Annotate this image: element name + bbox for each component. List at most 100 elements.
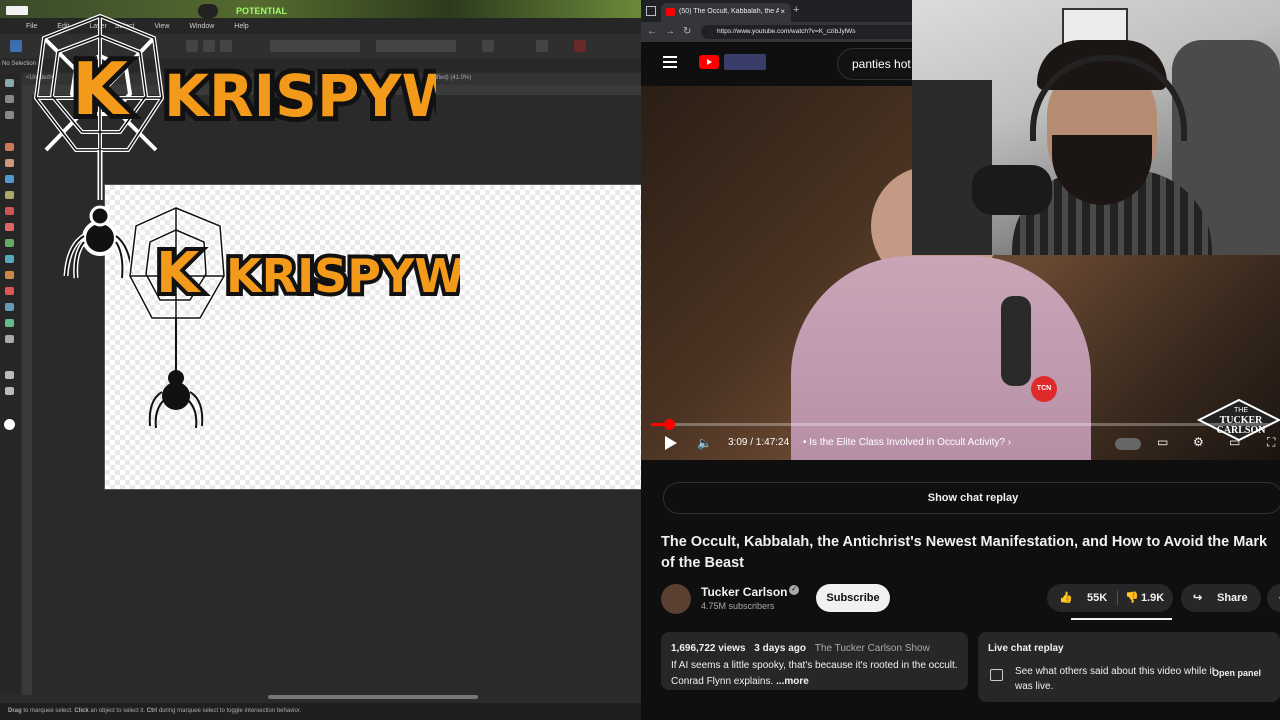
show-chat-replay-button[interactable]: Show chat replay bbox=[663, 482, 1280, 514]
show-hashtag[interactable]: The Tucker Carlson Show bbox=[815, 643, 930, 654]
shape-tool-icon[interactable] bbox=[5, 255, 14, 263]
live-chat-body: See what others said about this video wh… bbox=[1015, 666, 1215, 692]
gradient-tool-icon[interactable] bbox=[5, 271, 14, 279]
description-more-link[interactable]: ...more bbox=[776, 676, 809, 687]
webcam-overlay bbox=[912, 0, 1280, 255]
video-progress-bar[interactable] bbox=[651, 419, 1270, 430]
logo-word-the: THE bbox=[1234, 407, 1248, 414]
share-label: Share bbox=[1217, 592, 1248, 604]
browser-tab[interactable]: (50) The Occult, Kabbalah, the A × bbox=[661, 3, 791, 22]
share-icon: ↪ bbox=[1193, 592, 1203, 604]
dislike-count[interactable]: 1.9K bbox=[1141, 584, 1164, 612]
snapping-button[interactable] bbox=[536, 40, 548, 52]
player-controls: 🔈 3:09 / 1:47:24 • Is the Elite Class In… bbox=[641, 432, 1280, 456]
youtube-doodle-badge[interactable] bbox=[724, 54, 766, 70]
channel-name[interactable]: Tucker Carlson bbox=[701, 585, 787, 599]
live-chat-replay-panel: Live chat replay See what others said ab… bbox=[978, 632, 1280, 702]
logo-small-initial: K bbox=[156, 241, 202, 306]
description-box[interactable]: 1,696,722 views 3 days ago The Tucker Ca… bbox=[661, 632, 968, 690]
status-hint: Drag to marquee select. Click an object … bbox=[8, 708, 301, 714]
video-title: The Occult, Kabbalah, the Antichrist's N… bbox=[661, 534, 1268, 571]
logo-large[interactable]: K KRISPYW bbox=[16, 10, 436, 200]
pen-tool-icon[interactable] bbox=[5, 143, 14, 151]
eyedropper-tool-icon[interactable] bbox=[5, 335, 14, 343]
spider-hanging-icon bbox=[148, 370, 204, 429]
vector-brush-tool-icon[interactable] bbox=[5, 175, 14, 183]
logo-small[interactable]: K KRISPYW bbox=[60, 196, 460, 436]
play-icon[interactable] bbox=[665, 436, 677, 450]
chapter-title[interactable]: • Is the Elite Class Involved in Occult … bbox=[803, 437, 1011, 448]
volume-icon[interactable]: 🔈 bbox=[697, 436, 712, 450]
miniplayer-icon[interactable]: ▭ bbox=[1229, 435, 1240, 449]
move-tool-icon[interactable] bbox=[5, 79, 14, 87]
like-dislike-group: 👍 55K 👎 1.9K bbox=[1047, 584, 1173, 612]
rectangle-tool-icon[interactable] bbox=[5, 223, 14, 231]
status-text-3: during marquee select to toggle intersec… bbox=[157, 708, 302, 714]
chat-bubble-icon bbox=[990, 669, 1003, 681]
hand-tool-icon[interactable] bbox=[5, 371, 14, 379]
share-button[interactable]: ↪ Share bbox=[1181, 584, 1261, 612]
new-tab-button[interactable]: + bbox=[793, 4, 799, 16]
channel-avatar[interactable] bbox=[661, 584, 691, 614]
subscribe-button[interactable]: Subscribe bbox=[816, 584, 890, 612]
artboard-tool-icon[interactable] bbox=[5, 95, 14, 103]
forward-icon[interactable]: → bbox=[665, 26, 675, 37]
logo-small-text: KRISPYW bbox=[226, 249, 460, 303]
url-text: https://www.youtube.com/watch?v=K_czibJy… bbox=[717, 28, 856, 35]
url-field[interactable]: https://www.youtube.com/watch?v=K_czibJy… bbox=[701, 25, 921, 39]
horizontal-scrollbar[interactable] bbox=[268, 695, 478, 699]
status-text-1: to marquee select. bbox=[21, 708, 75, 714]
search-text: panties hot bbox=[852, 57, 911, 71]
status-key-click: Click bbox=[74, 708, 89, 714]
video-scrubber-knob[interactable] bbox=[663, 419, 675, 430]
color-button[interactable] bbox=[574, 40, 586, 52]
channel-row: Tucker Carlson ✓ 4.75M subscribers Subsc… bbox=[661, 582, 1280, 620]
description-meta: 1,696,722 views 3 days ago The Tucker Ca… bbox=[671, 643, 930, 654]
tab-title: (50) The Occult, Kabbalah, the A bbox=[679, 8, 779, 15]
fill-color-swatch[interactable] bbox=[4, 419, 15, 430]
time-display: 3:09 / 1:47:24 bbox=[728, 437, 790, 448]
brush-tool-icon[interactable] bbox=[5, 207, 14, 215]
like-count[interactable]: 55K bbox=[1087, 584, 1107, 612]
upload-age: 3 days ago bbox=[754, 643, 806, 654]
node-tool-icon[interactable] bbox=[5, 111, 14, 119]
open-panel-button[interactable]: Open panel bbox=[1212, 668, 1261, 678]
live-chat-title: Live chat replay bbox=[988, 643, 1064, 654]
settings-gear-icon[interactable]: ⚙ bbox=[1193, 435, 1204, 449]
description-text: If AI seems a little spooky, that's beca… bbox=[671, 660, 958, 687]
autoplay-toggle[interactable] bbox=[1115, 438, 1141, 450]
streamer-microphone bbox=[972, 165, 1052, 215]
more-actions-button[interactable]: ⋯ bbox=[1267, 584, 1280, 612]
fullscreen-icon[interactable]: ⛶ bbox=[1267, 435, 1275, 450]
transparency-tool-icon[interactable] bbox=[5, 287, 14, 295]
verified-check-icon: ✓ bbox=[789, 585, 799, 595]
captions-icon[interactable]: ▭ bbox=[1157, 435, 1168, 449]
status-text-2: an object to select it. bbox=[88, 708, 147, 714]
like-divider bbox=[1117, 591, 1118, 605]
tab-close-icon[interactable]: × bbox=[780, 7, 785, 16]
logo-large-initial: K bbox=[72, 47, 130, 131]
subscriber-count: 4.75M subscribers bbox=[701, 601, 775, 611]
description-body: If AI seems a little spooky, that's beca… bbox=[671, 658, 961, 689]
zoom-tool-icon[interactable] bbox=[5, 387, 14, 395]
thumbs-down-icon[interactable]: 👎 bbox=[1125, 584, 1139, 612]
tcn-badge-icon: TCN bbox=[1031, 376, 1057, 402]
hamburger-menu-icon[interactable] bbox=[663, 56, 677, 71]
logo-large-text: KRISPYW bbox=[164, 62, 436, 130]
thumbs-up-icon[interactable]: 👍 bbox=[1059, 584, 1073, 612]
reload-icon[interactable]: ↻ bbox=[683, 26, 691, 37]
youtube-logo-icon[interactable] bbox=[699, 55, 719, 69]
guest-body bbox=[791, 256, 1091, 460]
back-icon[interactable]: ← bbox=[647, 26, 657, 37]
ellipse-tool-icon[interactable] bbox=[5, 239, 14, 247]
text-tool-icon[interactable] bbox=[5, 303, 14, 311]
pencil-tool-icon[interactable] bbox=[5, 159, 14, 167]
spider-left-icon bbox=[63, 205, 135, 279]
insert-button[interactable] bbox=[482, 40, 494, 52]
window-menu-icon[interactable] bbox=[646, 6, 656, 16]
fill-tool-icon[interactable] bbox=[5, 191, 14, 199]
like-ratio-bar bbox=[1071, 618, 1172, 620]
crop-tool-icon[interactable] bbox=[5, 319, 14, 327]
youtube-favicon-icon bbox=[666, 8, 675, 16]
status-bar: Drag to marquee select. Click an object … bbox=[0, 703, 641, 720]
